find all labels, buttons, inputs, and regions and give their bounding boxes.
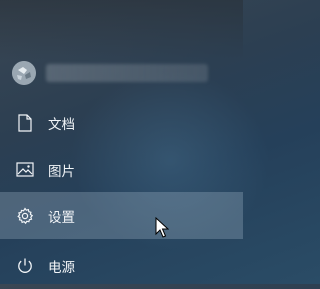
power-icon <box>14 255 36 277</box>
account-name-redacted <box>46 63 208 82</box>
sidebar-item-pictures[interactable]: 图片 <box>0 146 243 193</box>
account-button[interactable] <box>0 49 243 96</box>
gear-icon <box>14 205 36 227</box>
sidebar-item-power[interactable]: 电源 <box>0 242 243 289</box>
pictures-icon <box>14 159 36 181</box>
document-icon <box>14 112 36 134</box>
sidebar-item-label: 文档 <box>48 116 75 133</box>
sidebar-item-label: 图片 <box>48 163 75 180</box>
mouse-pointer-icon <box>155 216 170 239</box>
sidebar-item-label: 电源 <box>48 259 75 276</box>
user-avatar-icon <box>12 60 36 85</box>
sidebar-item-label: 设置 <box>48 209 75 226</box>
sidebar-item-settings[interactable]: 设置 <box>0 192 243 239</box>
start-menu-sidebar: 文档 图片 设置 电源 <box>0 0 243 284</box>
sidebar-item-documents[interactable]: 文档 <box>0 99 243 146</box>
